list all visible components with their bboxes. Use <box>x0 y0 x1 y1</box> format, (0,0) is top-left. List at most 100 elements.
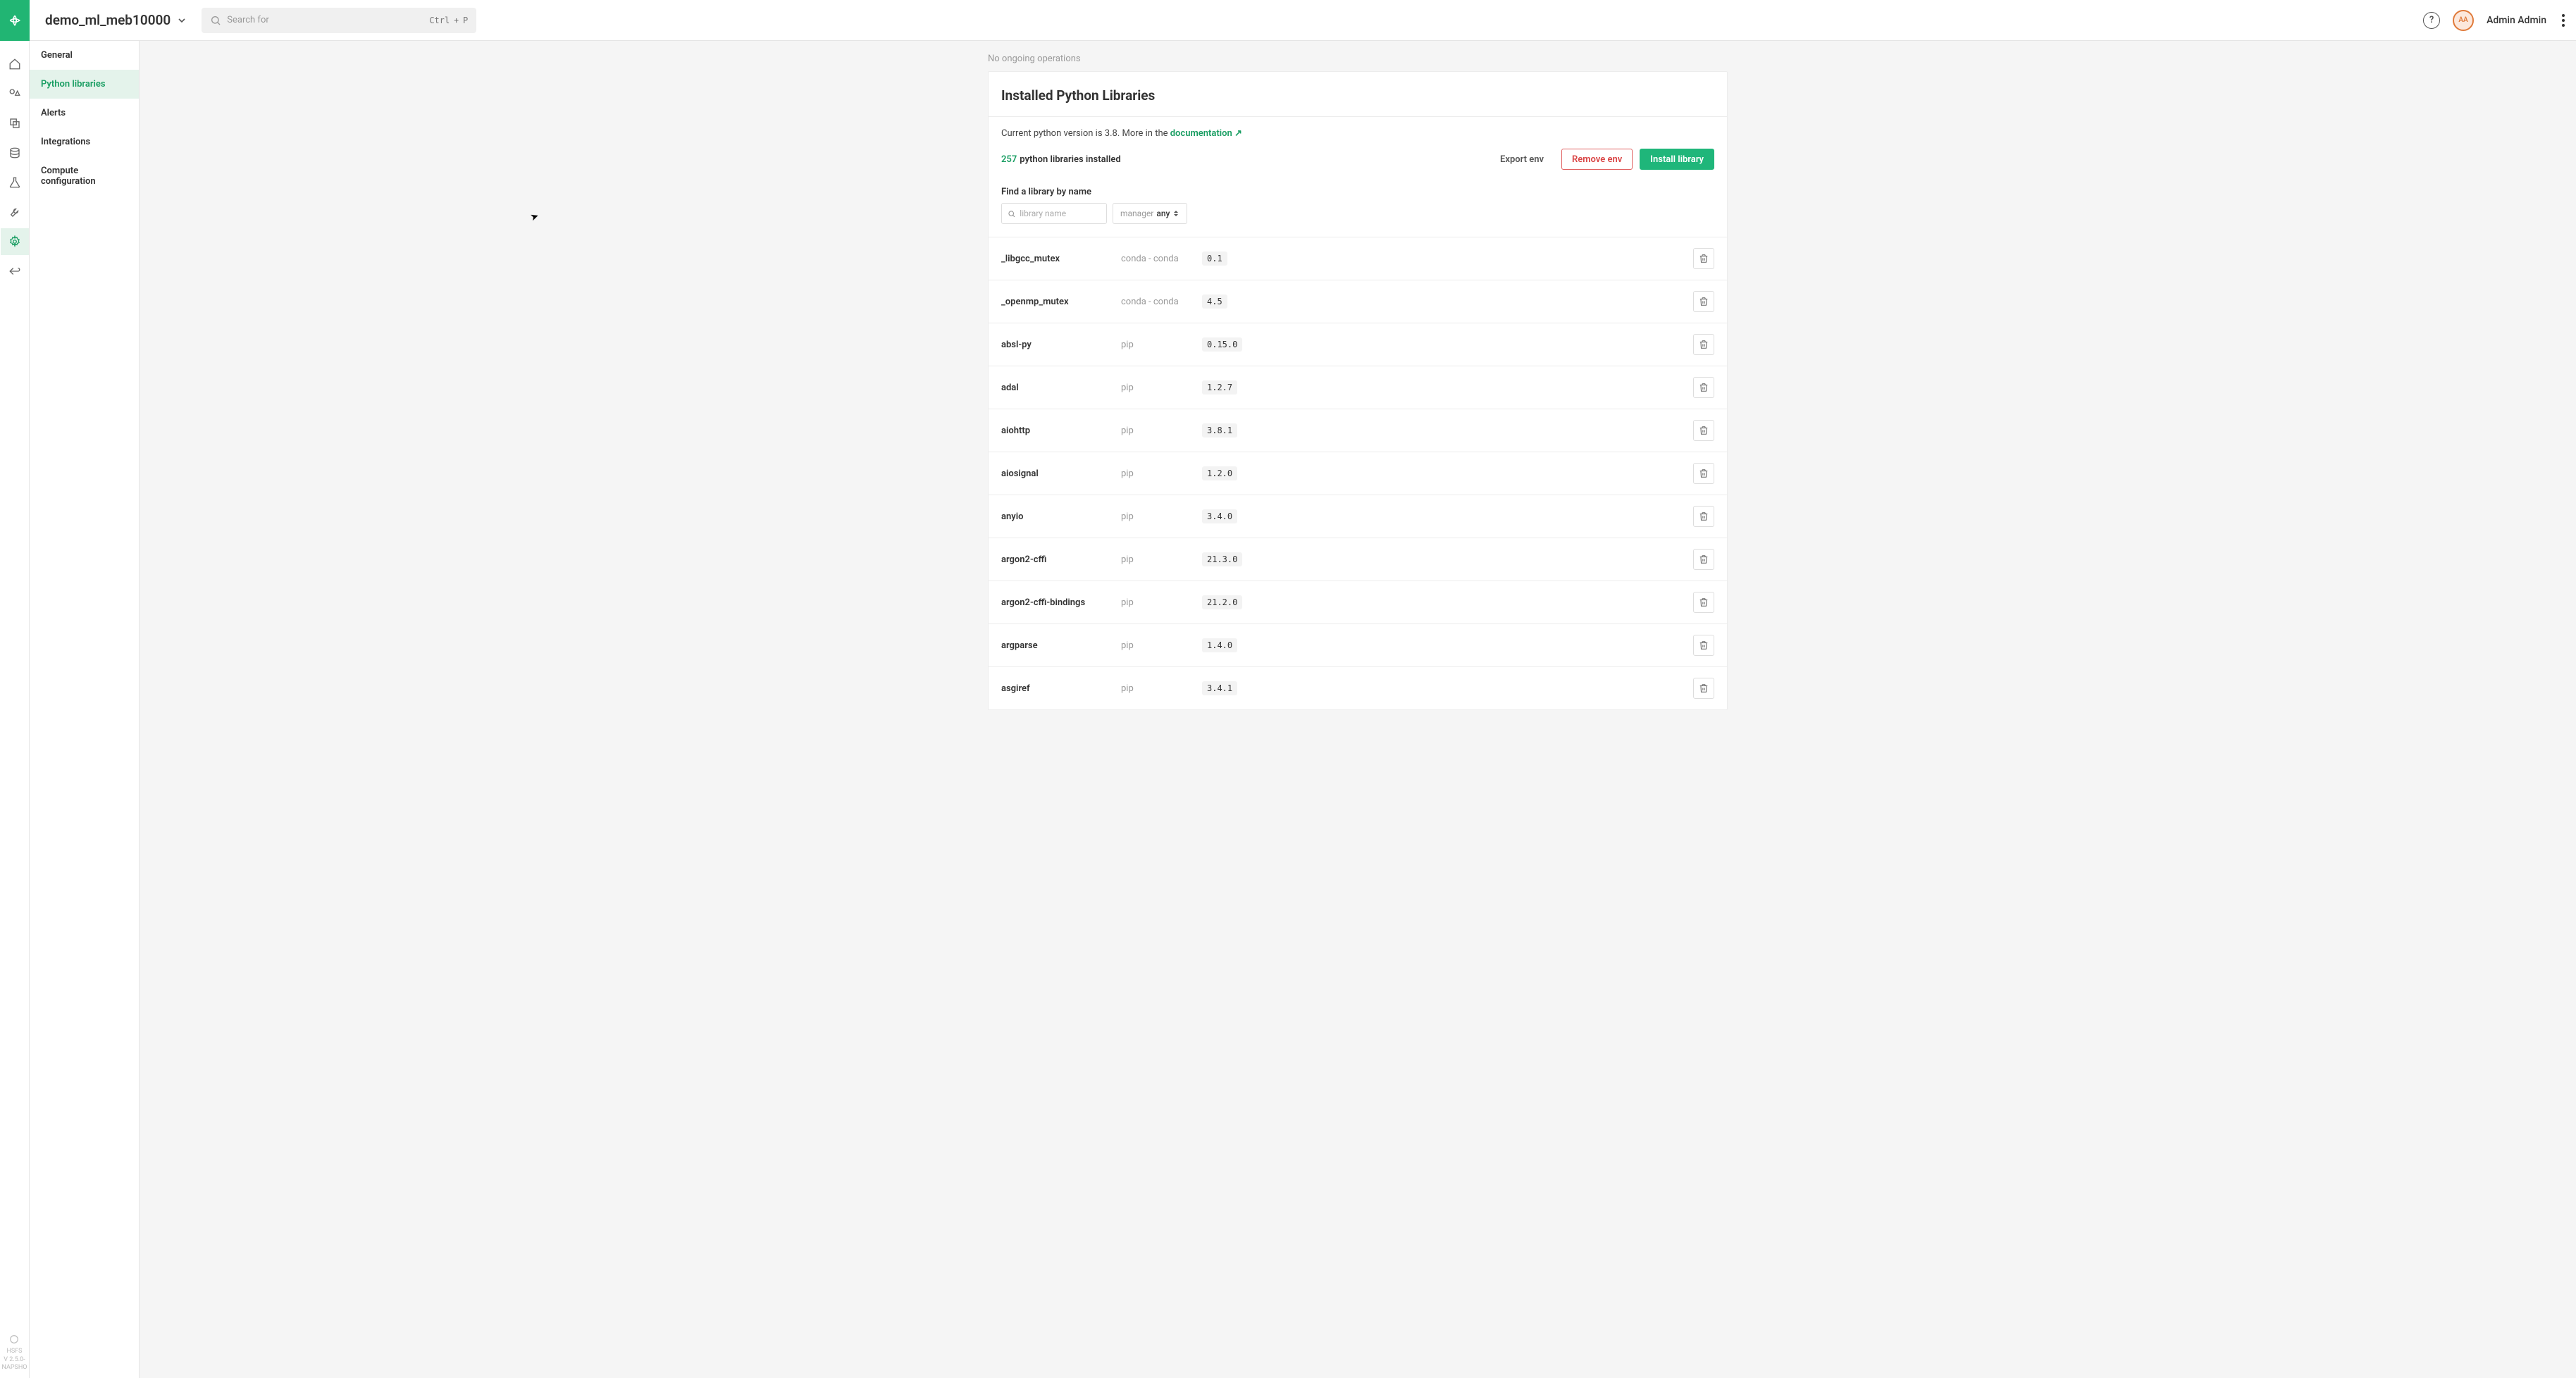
table-row: argon2-cffipip21.3.0 <box>989 538 1727 581</box>
library-version: 3.8.1 <box>1202 423 1237 437</box>
table-row: argon2-cffi-bindingspip21.2.0 <box>989 581 1727 623</box>
library-name: asgiref <box>1001 683 1121 694</box>
table-row: absl-pypip0.15.0 <box>989 323 1727 366</box>
delete-library-button[interactable] <box>1693 506 1714 527</box>
sidebar-item-general[interactable]: General <box>30 41 139 70</box>
delete-library-button[interactable] <box>1693 635 1714 656</box>
delete-library-button[interactable] <box>1693 291 1714 312</box>
delete-library-button[interactable] <box>1693 592 1714 613</box>
nav-rail: HSFS V 2.5.0- NAPSHO <box>0 41 30 1378</box>
library-manager: conda - conda <box>1121 297 1202 307</box>
database-icon <box>8 147 21 159</box>
table-row: aiosignalpip1.2.0 <box>989 452 1727 495</box>
library-count: 257 <box>1001 154 1017 165</box>
library-version: 1.2.0 <box>1202 466 1237 480</box>
rail-back[interactable] <box>1 258 29 285</box>
library-manager: pip <box>1121 340 1202 350</box>
rail-experiments[interactable] <box>1 169 29 196</box>
library-manager: pip <box>1121 597 1202 608</box>
sort-icon <box>1172 210 1179 217</box>
flask-icon <box>8 176 21 189</box>
search-input[interactable] <box>227 15 368 25</box>
library-manager: pip <box>1121 468 1202 479</box>
trash-icon <box>1699 640 1709 650</box>
sidebar-item-python-libraries[interactable]: Python libraries <box>30 70 139 99</box>
table-row: argparsepip1.4.0 <box>989 623 1727 666</box>
settings-sidebar: General Python libraries Alerts Integrat… <box>30 41 140 1378</box>
delete-library-button[interactable] <box>1693 248 1714 269</box>
library-version: 3.4.1 <box>1202 681 1237 695</box>
sidebar-item-integrations[interactable]: Integrations <box>30 128 139 156</box>
library-name-filter[interactable] <box>1001 203 1107 224</box>
library-name: argon2-cffi-bindings <box>1001 597 1121 608</box>
export-env-button[interactable]: Export env <box>1490 149 1554 170</box>
page-title: Installed Python Libraries <box>1001 87 1714 104</box>
library-name: argparse <box>1001 640 1121 651</box>
delete-library-button[interactable] <box>1693 377 1714 398</box>
library-name-input[interactable] <box>1020 209 1101 218</box>
library-version: 21.3.0 <box>1202 552 1242 566</box>
trash-icon <box>1699 297 1709 306</box>
trash-icon <box>1699 511 1709 521</box>
rail-overlap[interactable] <box>1 110 29 137</box>
library-name: aiohttp <box>1001 426 1121 436</box>
trash-icon <box>1699 340 1709 349</box>
filter-label: Find a library by name <box>989 175 1727 200</box>
libraries-card: Installed Python Libraries Current pytho… <box>988 71 1728 710</box>
back-arrow-icon <box>8 265 21 278</box>
top-bar: demo_ml_meb10000 Ctrl + P ? AA Admin Adm… <box>0 0 2576 41</box>
delete-library-button[interactable] <box>1693 549 1714 570</box>
library-name: anyio <box>1001 511 1121 522</box>
delete-library-button[interactable] <box>1693 420 1714 441</box>
library-manager: pip <box>1121 554 1202 565</box>
table-row: adalpip1.2.7 <box>989 366 1727 409</box>
library-name: _libgcc_mutex <box>1001 254 1121 264</box>
remove-env-button[interactable]: Remove env <box>1561 149 1633 170</box>
rail-storage[interactable] <box>1 139 29 166</box>
sidebar-item-compute[interactable]: Compute configuration <box>30 156 139 196</box>
content-area: No ongoing operations Installed Python L… <box>140 41 2576 1378</box>
documentation-link[interactable]: documentation ↗ <box>1170 128 1242 139</box>
library-version: 3.4.0 <box>1202 509 1237 523</box>
library-version: 4.5 <box>1202 294 1227 309</box>
global-search[interactable]: Ctrl + P <box>202 8 476 33</box>
avatar[interactable]: AA <box>2453 10 2474 31</box>
project-selector[interactable]: demo_ml_meb10000 <box>45 12 187 28</box>
library-version: 1.4.0 <box>1202 638 1237 652</box>
trash-icon <box>1699 254 1709 263</box>
gear-icon <box>8 235 21 248</box>
install-library-button[interactable]: Install library <box>1640 149 1714 170</box>
sidebar-item-alerts[interactable]: Alerts <box>30 99 139 128</box>
library-manager: pip <box>1121 383 1202 393</box>
trash-icon <box>1699 383 1709 392</box>
library-name: argon2-cffi <box>1001 554 1121 565</box>
rail-shapes[interactable] <box>1 80 29 107</box>
library-version: 1.2.7 <box>1202 380 1237 395</box>
trash-icon <box>1699 683 1709 693</box>
overlap-icon <box>8 117 21 130</box>
version-icon <box>9 1334 19 1344</box>
home-icon <box>8 58 21 70</box>
project-name-label: demo_ml_meb10000 <box>45 12 171 28</box>
rail-home[interactable] <box>1 51 29 77</box>
table-row: aiohttppip3.8.1 <box>989 409 1727 452</box>
search-shortcut-hint: Ctrl + P <box>429 15 468 25</box>
libraries-table: _libgcc_mutexconda - conda0.1_openmp_mut… <box>989 237 1727 709</box>
rail-settings[interactable] <box>1 228 29 255</box>
kebab-menu-icon[interactable] <box>2559 11 2568 30</box>
trash-icon <box>1699 554 1709 564</box>
manager-filter[interactable]: manager any <box>1113 203 1187 224</box>
delete-library-button[interactable] <box>1693 334 1714 355</box>
search-icon <box>1008 209 1015 218</box>
operations-status: No ongoing operations <box>988 41 1728 71</box>
delete-library-button[interactable] <box>1693 463 1714 484</box>
search-icon <box>210 15 221 26</box>
library-manager: pip <box>1121 511 1202 522</box>
delete-library-button[interactable] <box>1693 678 1714 699</box>
brand-logo[interactable] <box>0 0 30 41</box>
library-name: absl-py <box>1001 340 1121 350</box>
help-icon[interactable]: ? <box>2423 12 2440 29</box>
library-name: adal <box>1001 383 1121 393</box>
table-row: _libgcc_mutexconda - conda0.1 <box>989 237 1727 280</box>
rail-tools[interactable] <box>1 199 29 225</box>
